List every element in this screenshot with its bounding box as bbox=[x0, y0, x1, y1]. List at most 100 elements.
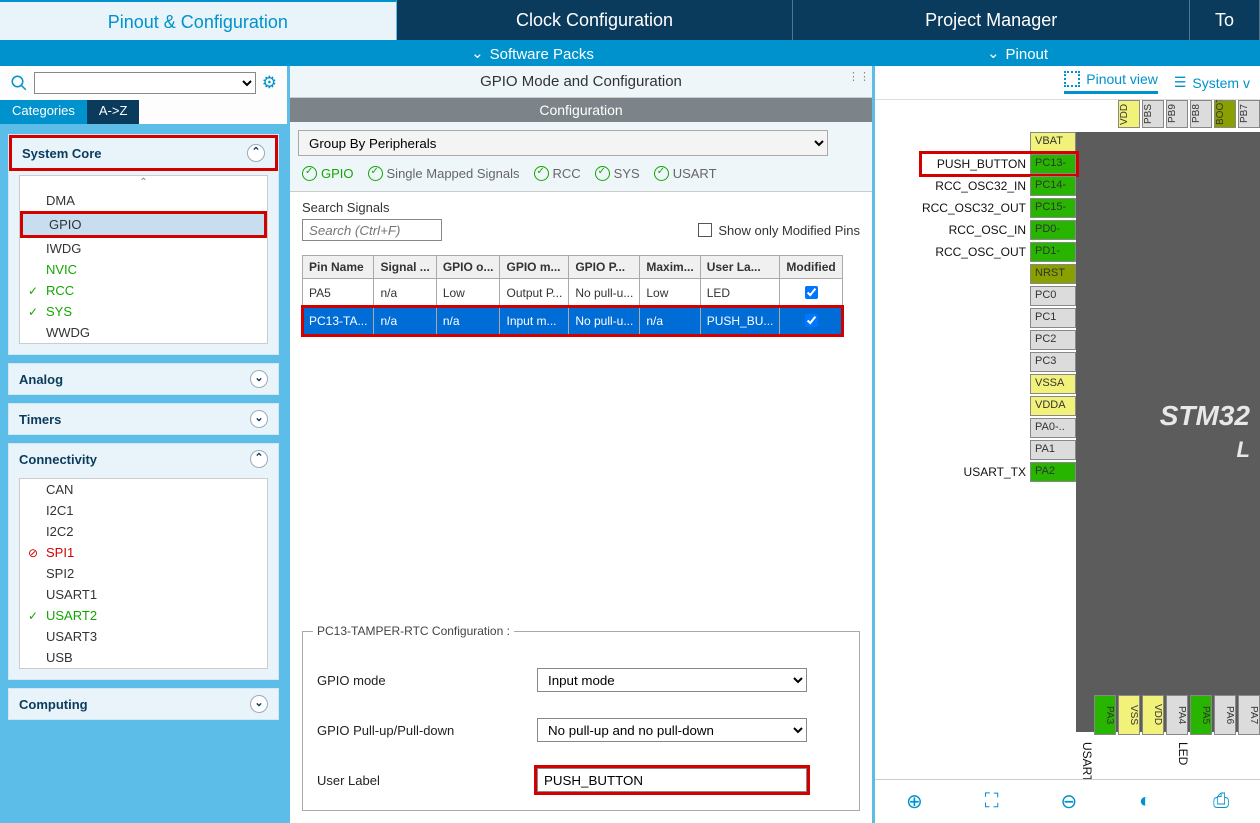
chip-canvas[interactable]: VDDPBSPB9PB8BOOT0PB7 STM32L VBATPUSH_BUT… bbox=[875, 100, 1260, 779]
sidebar-item-i2c1[interactable]: I2C1 bbox=[20, 500, 267, 521]
gpio-pull-select[interactable]: No pull-up and no pull-down bbox=[537, 718, 807, 742]
mcu-pin[interactable]: VSS bbox=[1118, 695, 1140, 735]
mcu-pin-row[interactable]: RCC_OSC32_OUTPC15- bbox=[922, 198, 1076, 218]
mcu-pin[interactable]: PC14- bbox=[1030, 176, 1076, 196]
mcu-pin[interactable]: PC15- bbox=[1030, 198, 1076, 218]
tab-pinout-config[interactable]: Pinout & Configuration bbox=[0, 0, 397, 40]
filter-usart[interactable]: USART bbox=[654, 166, 717, 181]
mcu-pin-row[interactable]: VSSA bbox=[922, 374, 1076, 394]
mcu-pin[interactable]: PD1- bbox=[1030, 242, 1076, 262]
mcu-pin[interactable]: PC3 bbox=[1030, 352, 1076, 372]
sidebar-item-nvic[interactable]: NVIC bbox=[20, 259, 267, 280]
tab-pinout-view[interactable]: Pinout view bbox=[1064, 71, 1158, 94]
rotate-icon[interactable]: ◐ bbox=[1139, 790, 1151, 813]
mcu-pin-row[interactable]: NRST bbox=[922, 264, 1076, 284]
mcu-pin-row[interactable]: PC2 bbox=[922, 330, 1076, 350]
group-by-select[interactable]: Group By Peripherals bbox=[298, 130, 828, 156]
mcu-pin-row[interactable]: RCC_OSC32_INPC14- bbox=[922, 176, 1076, 196]
sidebar-item-gpio[interactable]: GPIO bbox=[20, 211, 267, 238]
gear-icon[interactable]: ⚙ bbox=[262, 73, 277, 93]
sidebar-item-sys[interactable]: ✓SYS bbox=[20, 301, 267, 322]
mcu-pin-row[interactable]: PA0-.. bbox=[922, 418, 1076, 438]
sidebar-item-usb[interactable]: USB bbox=[20, 647, 267, 668]
mcu-pin-row[interactable]: PC0 bbox=[922, 286, 1076, 306]
mcu-pin[interactable]: VDD bbox=[1118, 100, 1140, 128]
sidebar-item-dma[interactable]: DMA bbox=[20, 190, 267, 211]
mcu-pin[interactable]: PBS bbox=[1142, 100, 1164, 128]
tab-az[interactable]: A->Z bbox=[87, 100, 140, 124]
mcu-pin-row[interactable]: PC3 bbox=[922, 352, 1076, 372]
col-pin-name[interactable]: Pin Name bbox=[303, 256, 374, 279]
filter-gpio[interactable]: GPIO bbox=[302, 166, 354, 181]
mcu-pin[interactable]: PC0 bbox=[1030, 286, 1076, 306]
search-signals-input[interactable] bbox=[302, 219, 442, 241]
mcu-pin[interactable]: PB8 bbox=[1190, 100, 1212, 128]
mcu-pin[interactable]: PC2 bbox=[1030, 330, 1076, 350]
mcu-pin-row[interactable]: VDDA bbox=[922, 396, 1076, 416]
col-signal[interactable]: Signal ... bbox=[374, 256, 436, 279]
show-modified-checkbox[interactable]: Show only Modified Pins bbox=[698, 223, 860, 238]
filter-sys[interactable]: SYS bbox=[595, 166, 640, 181]
category-search-select[interactable] bbox=[34, 72, 256, 94]
mcu-pin[interactable]: PA2 bbox=[1030, 462, 1076, 482]
modified-checkbox[interactable] bbox=[805, 286, 818, 299]
col-gpio-output[interactable]: GPIO o... bbox=[436, 256, 500, 279]
subtab-pinout[interactable]: Pinout bbox=[775, 44, 1260, 63]
mcu-pin[interactable]: PA1 bbox=[1030, 440, 1076, 460]
sidebar-item-iwdg[interactable]: IWDG bbox=[20, 238, 267, 259]
mcu-pin[interactable]: PB7 bbox=[1238, 100, 1260, 128]
mcu-pin[interactable]: PC13- bbox=[1030, 154, 1076, 174]
mcu-pin[interactable]: PA4 bbox=[1166, 695, 1188, 735]
mcu-pin[interactable]: VSSA bbox=[1030, 374, 1076, 394]
mcu-pin[interactable]: PA3 bbox=[1094, 695, 1116, 735]
sidebar-item-spi1[interactable]: ⊘SPI1 bbox=[20, 542, 267, 563]
mcu-pin[interactable]: NRST bbox=[1030, 264, 1076, 284]
mcu-pin-row[interactable]: VBAT bbox=[922, 132, 1076, 152]
mcu-pin[interactable]: VDD bbox=[1142, 695, 1164, 735]
table-row[interactable]: PA5n/aLowOutput P...No pull-u...LowLED bbox=[303, 279, 843, 307]
mcu-pin-row[interactable]: PA1 bbox=[922, 440, 1076, 460]
category-computing[interactable]: Computing ⌄ bbox=[9, 689, 278, 719]
tab-categories[interactable]: Categories bbox=[0, 100, 87, 124]
sidebar-item-spi2[interactable]: SPI2 bbox=[20, 563, 267, 584]
sidebar-item-usart2[interactable]: ✓USART2 bbox=[20, 605, 267, 626]
category-analog[interactable]: Analog ⌄ bbox=[9, 364, 278, 394]
export-icon[interactable]: ⎙ bbox=[1213, 790, 1229, 813]
col-gpio-mode[interactable]: GPIO m... bbox=[500, 256, 569, 279]
zoom-out-icon[interactable]: ⊖ bbox=[1060, 789, 1077, 814]
fit-icon[interactable]: ⛶ bbox=[985, 790, 999, 813]
mcu-pin-row[interactable]: USART_TXPA2 bbox=[922, 462, 1076, 482]
mcu-pin[interactable]: VBAT bbox=[1030, 132, 1076, 152]
mcu-pin[interactable]: PA5 bbox=[1190, 695, 1212, 735]
user-label-input[interactable] bbox=[537, 768, 807, 792]
grip-icon[interactable]: ⋮⋮ bbox=[848, 70, 870, 83]
modified-checkbox[interactable] bbox=[805, 314, 818, 327]
tab-tools[interactable]: To bbox=[1190, 0, 1260, 40]
col-modified[interactable]: Modified bbox=[780, 256, 842, 279]
category-timers[interactable]: Timers ⌄ bbox=[9, 404, 278, 434]
mcu-pin[interactable]: PA0-.. bbox=[1030, 418, 1076, 438]
sidebar-item-wwdg[interactable]: WWDG bbox=[20, 322, 267, 343]
mcu-pin[interactable]: PA6 bbox=[1214, 695, 1236, 735]
tab-system-view[interactable]: ☰ System v bbox=[1174, 74, 1250, 91]
mcu-pin-row[interactable]: RCC_OSC_OUTPD1- bbox=[922, 242, 1076, 262]
filter-single-mapped[interactable]: Single Mapped Signals bbox=[368, 166, 520, 181]
mcu-pin[interactable]: PD0- bbox=[1030, 220, 1076, 240]
sidebar-item-usart3[interactable]: USART3 bbox=[20, 626, 267, 647]
subtab-software-packs[interactable]: Software Packs bbox=[290, 44, 775, 63]
sidebar-item-usart1[interactable]: USART1 bbox=[20, 584, 267, 605]
category-system-core[interactable]: System Core ⌃ bbox=[9, 135, 278, 171]
sidebar-item-i2c2[interactable]: I2C2 bbox=[20, 521, 267, 542]
mcu-pin-row[interactable]: PUSH_BUTTONPC13- bbox=[922, 154, 1076, 174]
mcu-pin[interactable]: BOOT0 bbox=[1214, 100, 1236, 128]
col-gpio-pull[interactable]: GPIO P... bbox=[569, 256, 640, 279]
filter-rcc[interactable]: RCC bbox=[534, 166, 581, 181]
sidebar-item-can[interactable]: CAN bbox=[20, 479, 267, 500]
tab-project-manager[interactable]: Project Manager bbox=[793, 0, 1190, 40]
table-row[interactable]: PC13-TA...n/an/aInput m...No pull-u...n/… bbox=[303, 307, 843, 335]
mcu-pin[interactable]: PB9 bbox=[1166, 100, 1188, 128]
mcu-pin-row[interactable]: RCC_OSC_INPD0- bbox=[922, 220, 1076, 240]
category-connectivity[interactable]: Connectivity ⌃ bbox=[9, 444, 278, 474]
col-user-label[interactable]: User La... bbox=[700, 256, 780, 279]
gpio-mode-select[interactable]: Input mode bbox=[537, 668, 807, 692]
